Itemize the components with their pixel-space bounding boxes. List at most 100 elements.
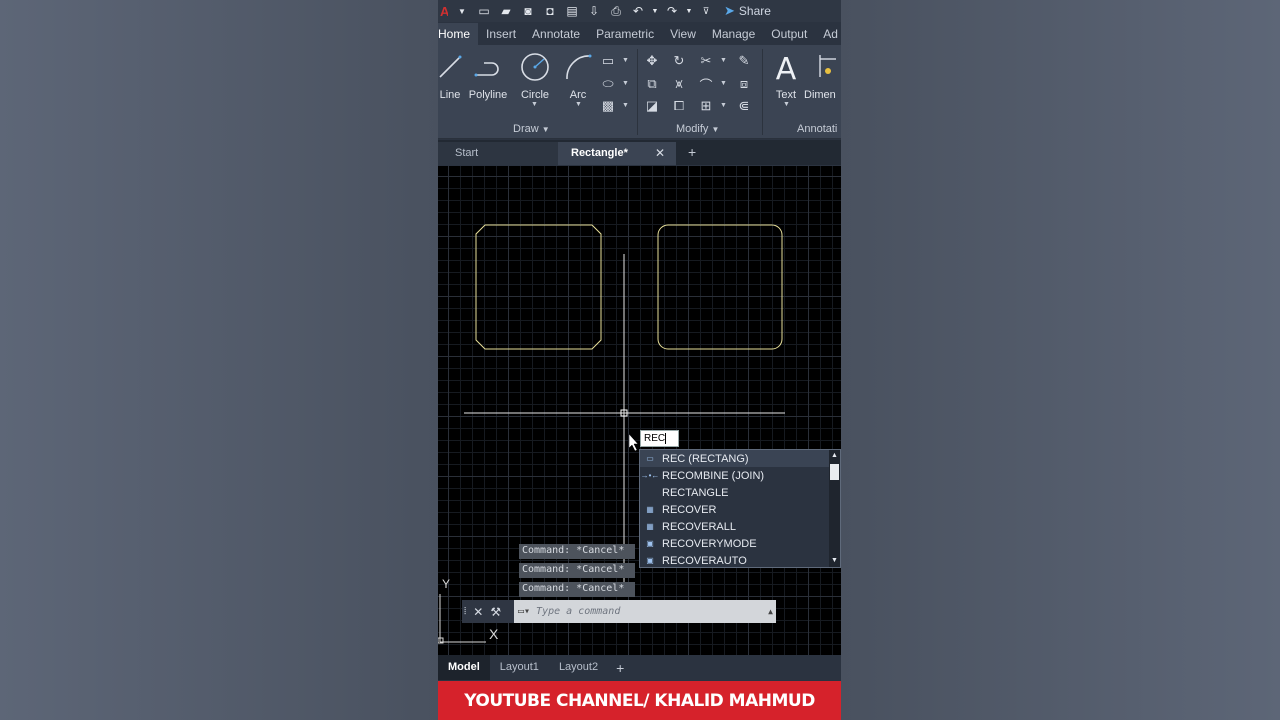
circle-tool-button[interactable]: Circle [513, 51, 557, 101]
scrollbar-thumb[interactable] [830, 464, 839, 480]
save-icon[interactable]: ◙ [520, 3, 536, 19]
recover-all-icon: ▦ [646, 522, 654, 531]
tab-model[interactable]: Model [438, 655, 490, 680]
tab-layout1[interactable]: Layout1 [490, 655, 549, 680]
print-icon[interactable]: ⎙ [608, 3, 624, 19]
dynamic-input-field[interactable]: REC [640, 430, 679, 447]
circle-dropdown-icon[interactable]: ▼ [531, 101, 538, 108]
tab-parametric[interactable]: Parametric [588, 23, 662, 45]
tab-view[interactable]: View [662, 23, 704, 45]
new-file-icon[interactable]: ▭ [476, 3, 492, 19]
rotate-icon[interactable]: ↻ [671, 53, 687, 69]
close-tab-icon[interactable]: ✕ [655, 146, 665, 160]
autocomplete-item[interactable]: ▦ RECOVERALL [640, 518, 840, 535]
open-folder-icon[interactable]: ▰ [498, 3, 514, 19]
wrench-icon[interactable]: ⚒ [490, 605, 501, 619]
move-icon[interactable]: ✥ [644, 53, 660, 69]
arc-tool-button[interactable]: Arc [556, 51, 600, 101]
rectangle-icon[interactable]: ▭ [600, 53, 616, 69]
tab-start[interactable]: Start [438, 142, 560, 165]
autocomplete-item[interactable]: ▦ RECOVER [640, 501, 840, 518]
redo-icon[interactable]: ↷ [664, 3, 680, 19]
erase-icon[interactable]: ✎ [736, 53, 752, 69]
command-prompt-icon[interactable]: ▭▾ [518, 606, 530, 617]
array-dropdown-icon[interactable]: ▼ [720, 102, 727, 109]
tab-rectangle-label: Rectangle* [571, 147, 628, 159]
hatch-dropdown-icon[interactable]: ▼ [622, 102, 629, 109]
autocomplete-item[interactable]: ▣ RECOVERAUTO [640, 552, 840, 569]
annotation-panel-title[interactable]: Annotati [797, 123, 837, 135]
hatch-icon[interactable]: ▩ [600, 98, 616, 114]
app-menu-caret-icon[interactable]: ▼ [454, 3, 470, 19]
autocomplete-item-label: RECTANGLE [662, 486, 729, 499]
offset-icon[interactable]: ⋐ [736, 98, 752, 114]
stretch-icon[interactable]: ◪ [644, 98, 660, 114]
tab-add-ins[interactable]: Ad [815, 23, 841, 45]
ellipse-dropdown-icon[interactable]: ▼ [622, 80, 629, 87]
autocomplete-item[interactable]: →•← RECOMBINE (JOIN) [640, 467, 840, 484]
chamfered-square-shape [475, 224, 602, 350]
trim-icon[interactable]: ✂ [698, 53, 714, 69]
scroll-down-icon[interactable]: ▼ [830, 556, 839, 566]
customize-qat-icon[interactable]: ⊽ [698, 3, 714, 19]
command-autocomplete-list: ▭ REC (RECTANG) →•← RECOMBINE (JOIN) RECTA… [639, 449, 841, 568]
ellipse-icon[interactable]: ⬭ [600, 76, 616, 92]
fillet-icon[interactable]: ⌒ [698, 76, 714, 93]
polyline-label: Polyline [468, 89, 508, 101]
command-history-line: Command: *Cancel* [519, 544, 635, 559]
trim-dropdown-icon[interactable]: ▼ [720, 57, 727, 64]
tab-start-label: Start [455, 147, 479, 159]
tab-annotate[interactable]: Annotate [524, 23, 588, 45]
rectangle-dropdown-icon[interactable]: ▼ [622, 57, 629, 64]
tab-manage[interactable]: Manage [704, 23, 763, 45]
draw-panel-title[interactable]: Draw ▼ [513, 123, 550, 135]
command-placeholder: Type a command [536, 606, 621, 617]
undo-dropdown-icon[interactable]: ▼ [652, 3, 659, 19]
scroll-up-icon[interactable]: ▲ [830, 451, 839, 461]
circle-icon [521, 53, 549, 81]
arc-dropdown-icon[interactable]: ▼ [575, 101, 582, 108]
open-from-web-icon[interactable]: ▤ [564, 3, 580, 19]
tab-layout2[interactable]: Layout2 [549, 655, 608, 680]
export-icon[interactable]: ⇩ [586, 3, 602, 19]
autocomplete-item[interactable]: ▭ REC (RECTANG) [640, 450, 840, 467]
undo-icon[interactable]: ↶ [630, 3, 646, 19]
text-tool-button[interactable]: A Text [764, 51, 808, 101]
copy-icon[interactable]: ⧉ [644, 76, 660, 92]
share-button[interactable]: ➤ Share [724, 3, 771, 19]
modify-panel-title[interactable]: Modify ▼ [676, 123, 719, 135]
fillet-dropdown-icon[interactable]: ▼ [720, 80, 727, 87]
new-tab-icon[interactable]: + [688, 144, 696, 160]
dimension-tool-button[interactable]: Dimen [804, 51, 841, 101]
grip-icon[interactable]: ⦙ [464, 606, 466, 617]
autocomplete-item-label: RECOVERYMODE [662, 537, 757, 550]
command-line-handle[interactable]: ⦙ ✕ ⚒ [462, 600, 514, 623]
recover-auto-icon: ▣ [646, 556, 654, 565]
autocomplete-scrollbar[interactable]: ▲ ▼ [829, 450, 840, 567]
add-layout-icon[interactable]: + [608, 660, 632, 676]
mirror-icon[interactable]: ⩙ [671, 76, 687, 92]
save-as-icon[interactable]: ◘ [542, 3, 558, 19]
share-label: Share [738, 4, 771, 18]
autocad-window: A ▼ ▭ ▰ ◙ ◘ ▤ ⇩ ⎙ ↶ ▼ ↷ ▼ ⊽ ➤ Share Home… [438, 0, 841, 720]
command-input[interactable]: ▭▾ Type a command ▲ [514, 600, 776, 623]
explode-icon[interactable]: ⧈ [736, 76, 752, 92]
tab-home[interactable]: Home [438, 23, 479, 45]
autocomplete-item[interactable]: ▣ RECOVERYMODE [640, 535, 840, 552]
command-history-toggle-icon[interactable]: ▲ [768, 607, 773, 616]
app-logo-icon[interactable]: A [440, 4, 448, 19]
array-icon[interactable]: ⊞ [698, 98, 714, 114]
text-dropdown-icon[interactable]: ▼ [783, 101, 790, 108]
ribbon: Line Polyline Circle ▼ Arc ▼ ▭ ▼ ⬭ ▼ ▩ ▼… [438, 45, 841, 139]
tab-insert[interactable]: Insert [478, 23, 524, 45]
drawing-canvas[interactable]: REC ▭ REC (RECTANG) →•← RECOMBINE (JOIN) R… [438, 166, 841, 655]
autocomplete-item[interactable]: RECTANGLE [640, 484, 840, 501]
close-icon[interactable]: ✕ [473, 605, 483, 619]
polyline-tool-button[interactable]: Polyline [466, 51, 510, 101]
ribbon-tabs: Home Insert Annotate Parametric View Man… [438, 23, 841, 45]
scale-icon[interactable]: ⧠ [671, 98, 687, 114]
tab-output[interactable]: Output [763, 23, 815, 45]
panel-divider [637, 49, 638, 135]
redo-dropdown-icon[interactable]: ▼ [686, 3, 693, 19]
quick-access-toolbar: A ▼ ▭ ▰ ◙ ◘ ▤ ⇩ ⎙ ↶ ▼ ↷ ▼ ⊽ ➤ Share [438, 0, 841, 22]
